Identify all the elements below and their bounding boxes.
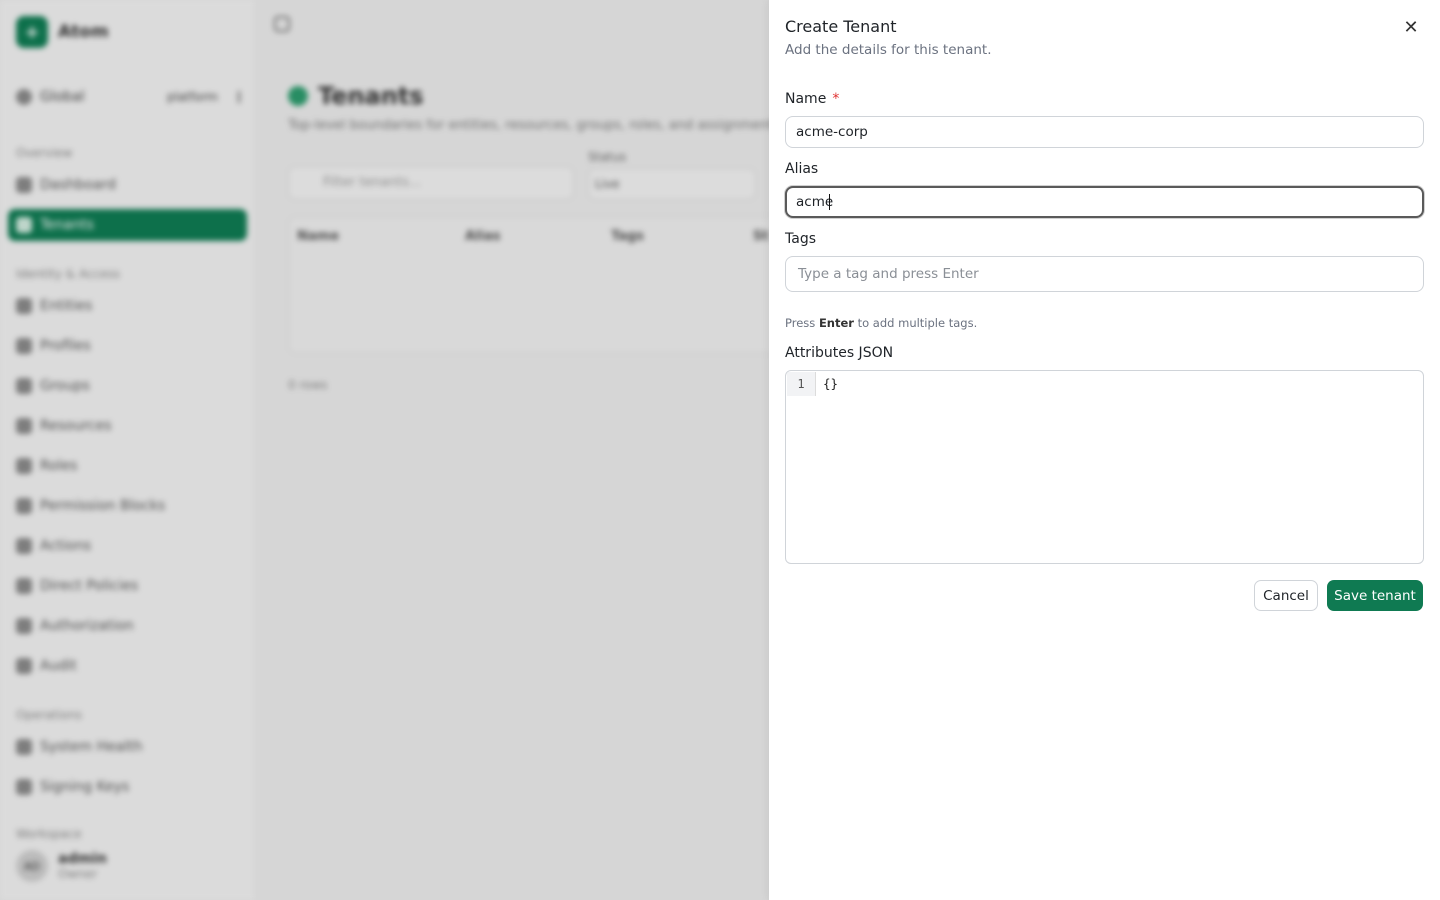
save-tenant-button[interactable]: Save tenant: [1327, 580, 1423, 611]
cancel-button[interactable]: Cancel: [1254, 580, 1318, 611]
editor-code[interactable]: {}: [823, 372, 838, 396]
tags-hint: Press Enter to add multiple tags.: [785, 316, 977, 330]
attributes-label: Attributes JSON: [785, 345, 894, 361]
name-label: Name *: [785, 91, 839, 107]
alias-input[interactable]: [785, 186, 1424, 218]
name-input[interactable]: [785, 116, 1424, 148]
close-icon[interactable]: ✕: [1399, 15, 1423, 39]
required-marker: *: [832, 91, 840, 107]
hint-key: Enter: [818, 316, 854, 330]
attributes-json-editor[interactable]: 1 {}: [785, 370, 1424, 564]
tags-input[interactable]: Type a tag and press Enter: [785, 256, 1424, 292]
drawer-subtitle: Add the details for this tenant.: [785, 42, 992, 58]
name-label-text: Name: [785, 91, 827, 107]
create-tenant-drawer: Create Tenant Add the details for this t…: [769, 0, 1440, 900]
drawer-title: Create Tenant: [785, 17, 897, 36]
tags-label: Tags: [785, 231, 816, 247]
alias-label: Alias: [785, 161, 819, 177]
alias-field-wrapper: [769, 186, 1440, 218]
text-caret: [829, 194, 830, 210]
hint-prefix: Press: [785, 316, 816, 330]
hint-suffix: to add multiple tags.: [857, 316, 978, 330]
line-number: 1: [787, 372, 816, 396]
